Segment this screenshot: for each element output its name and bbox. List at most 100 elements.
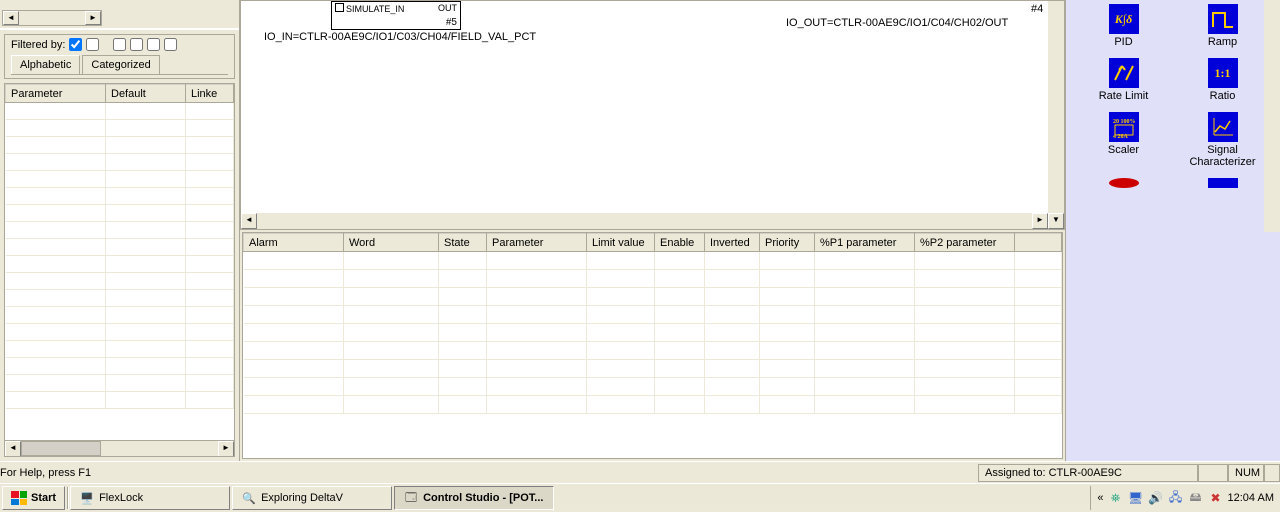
table-row[interactable] <box>6 324 234 341</box>
filter-check-2[interactable] <box>86 38 99 51</box>
fb-out-label: OUT <box>438 3 457 15</box>
alarm-header-p2[interactable]: %P2 parameter <box>915 234 1015 252</box>
table-row[interactable] <box>6 239 234 256</box>
filter-check-5[interactable] <box>147 38 160 51</box>
table-row[interactable] <box>6 358 234 375</box>
signal-characterizer-icon <box>1208 112 1238 142</box>
table-row[interactable] <box>6 205 234 222</box>
param-scroll-right-icon[interactable]: ► <box>218 441 234 457</box>
param-scroll-left-icon[interactable]: ◄ <box>5 441 21 457</box>
table-row[interactable] <box>6 154 234 171</box>
alarm-header-alarm[interactable]: Alarm <box>244 234 344 252</box>
sim-in-checkbox-icon <box>335 3 344 12</box>
tray-icon-2[interactable]: 🖥 <box>1128 490 1144 506</box>
filter-check-6[interactable] <box>164 38 177 51</box>
table-row[interactable] <box>244 360 1062 378</box>
svg-text:20 100%: 20 100% <box>1113 119 1136 125</box>
filter-check-4[interactable] <box>130 38 143 51</box>
alarm-header-inverted[interactable]: Inverted <box>705 234 760 252</box>
table-row[interactable] <box>244 396 1062 414</box>
io-out-label: IO_OUT=CTLR-00AE9C/IO1/C04/CH02/OUT <box>786 17 1008 29</box>
tab-categorized[interactable]: Categorized <box>82 55 159 74</box>
table-row[interactable] <box>244 324 1062 342</box>
table-row[interactable] <box>6 273 234 290</box>
tray-icon-5[interactable]: 🖴 <box>1188 490 1204 506</box>
task-exploring-deltav[interactable]: 🔍 Exploring DeltaV <box>232 486 392 510</box>
alarm-header-priority[interactable]: Priority <box>760 234 815 252</box>
tab-alphabetic[interactable]: Alphabetic <box>11 55 80 74</box>
param-header-default[interactable]: Default <box>106 85 186 103</box>
palette-rate-limit[interactable]: Rate Limit <box>1076 58 1171 102</box>
alarm-header-parameter[interactable]: Parameter <box>487 234 587 252</box>
alarm-header-word[interactable]: Word <box>344 234 439 252</box>
table-row[interactable] <box>6 120 234 137</box>
task-flexlock[interactable]: 🖥️ FlexLock <box>70 486 230 510</box>
scroll-left-icon[interactable]: ◄ <box>3 11 19 25</box>
param-scroll-thumb[interactable] <box>21 441 101 456</box>
start-label: Start <box>31 492 56 504</box>
alarm-header-limit[interactable]: Limit value <box>587 234 655 252</box>
alarm-header-blank[interactable] <box>1015 234 1062 252</box>
param-header-linked[interactable]: Linke <box>186 85 234 103</box>
status-help: For Help, press F1 <box>0 467 978 479</box>
canvas-scroll-down-icon[interactable]: ▼ <box>1048 213 1064 229</box>
table-row[interactable] <box>6 341 234 358</box>
tray-icon-6[interactable]: ✖ <box>1208 490 1224 506</box>
table-row[interactable] <box>6 137 234 154</box>
tree-hscrollbar[interactable]: ◄ ► <box>2 10 102 26</box>
table-row[interactable] <box>244 288 1062 306</box>
table-row[interactable] <box>244 378 1062 396</box>
palette-item-partial1[interactable] <box>1076 178 1171 188</box>
table-row[interactable] <box>6 256 234 273</box>
exploring-icon: 🔍 <box>241 490 257 506</box>
table-row[interactable] <box>244 306 1062 324</box>
tray-icon-4[interactable]: 🖧 <box>1168 490 1184 506</box>
ratio-icon: 1:1 <box>1208 58 1238 88</box>
taskbar-clock[interactable]: 12:04 AM <box>1228 492 1274 504</box>
table-row[interactable] <box>6 290 234 307</box>
start-button[interactable]: Start <box>2 486 65 510</box>
palette-pid[interactable]: K∫δ PID <box>1076 4 1171 48</box>
canvas-scroll-left-icon[interactable]: ◄ <box>241 213 257 229</box>
table-row[interactable] <box>244 252 1062 270</box>
alarm-header-p1[interactable]: %P1 parameter <box>815 234 915 252</box>
tray-expand-icon[interactable]: « <box>1097 492 1103 504</box>
svg-text:4 20A: 4 20A <box>1113 134 1129 139</box>
palette-scaler[interactable]: 20 100%4 20A Scaler <box>1076 112 1171 168</box>
param-header-parameter[interactable]: Parameter <box>6 85 106 103</box>
diagram-canvas[interactable]: SIMULATE_IN OUT #5 #4 IO_IN=CTLR-00AE9C/… <box>240 0 1065 230</box>
palette-vscroll[interactable] <box>1264 0 1280 232</box>
table-row[interactable] <box>6 188 234 205</box>
alarm-header-enable[interactable]: Enable <box>655 234 705 252</box>
status-num: NUM <box>1228 464 1264 482</box>
table-row[interactable] <box>6 222 234 239</box>
table-row[interactable] <box>6 103 234 120</box>
center-panel: SIMULATE_IN OUT #5 #4 IO_IN=CTLR-00AE9C/… <box>240 0 1065 461</box>
table-row[interactable] <box>244 270 1062 288</box>
table-row[interactable] <box>6 392 234 409</box>
filter-check-1[interactable] <box>69 38 82 51</box>
canvas-hscroll[interactable]: ◄ ► <box>241 213 1048 229</box>
task-control-studio[interactable]: 🗔 Control Studio - [POT... <box>394 486 554 510</box>
palette-ramp[interactable]: Ramp <box>1175 4 1270 48</box>
palette-item-partial2[interactable] <box>1175 178 1270 188</box>
table-row[interactable] <box>6 171 234 188</box>
function-block[interactable]: SIMULATE_IN OUT #5 <box>331 1 461 30</box>
tray-icon-3[interactable]: 🔊 <box>1148 490 1164 506</box>
palette-panel: K∫δ PID Ramp Rate Limit 1:1 Ratio <box>1065 0 1280 461</box>
table-row[interactable] <box>6 375 234 392</box>
canvas-vscroll[interactable]: ▼ <box>1048 1 1064 229</box>
taskbar: Start 🖥️ FlexLock 🔍 Exploring DeltaV 🗔 C… <box>0 483 1280 512</box>
ramp-icon <box>1208 4 1238 34</box>
palette-signal-characterizer[interactable]: Signal Characterizer <box>1175 112 1270 168</box>
tray-icon-1[interactable]: ⛯ <box>1108 490 1124 506</box>
palette-ratio[interactable]: 1:1 Ratio <box>1175 58 1270 102</box>
alarm-header-state[interactable]: State <box>439 234 487 252</box>
filter-check-3[interactable] <box>113 38 126 51</box>
canvas-scroll-right-icon[interactable]: ► <box>1032 213 1048 229</box>
left-panel: ◄ ► Filtered by: Alphabetic Categorized <box>0 0 240 461</box>
table-row[interactable] <box>244 342 1062 360</box>
system-tray: « ⛯ 🖥 🔊 🖧 🖴 ✖ 12:04 AM <box>1090 486 1280 510</box>
table-row[interactable] <box>6 307 234 324</box>
scroll-right-icon[interactable]: ► <box>85 11 101 25</box>
